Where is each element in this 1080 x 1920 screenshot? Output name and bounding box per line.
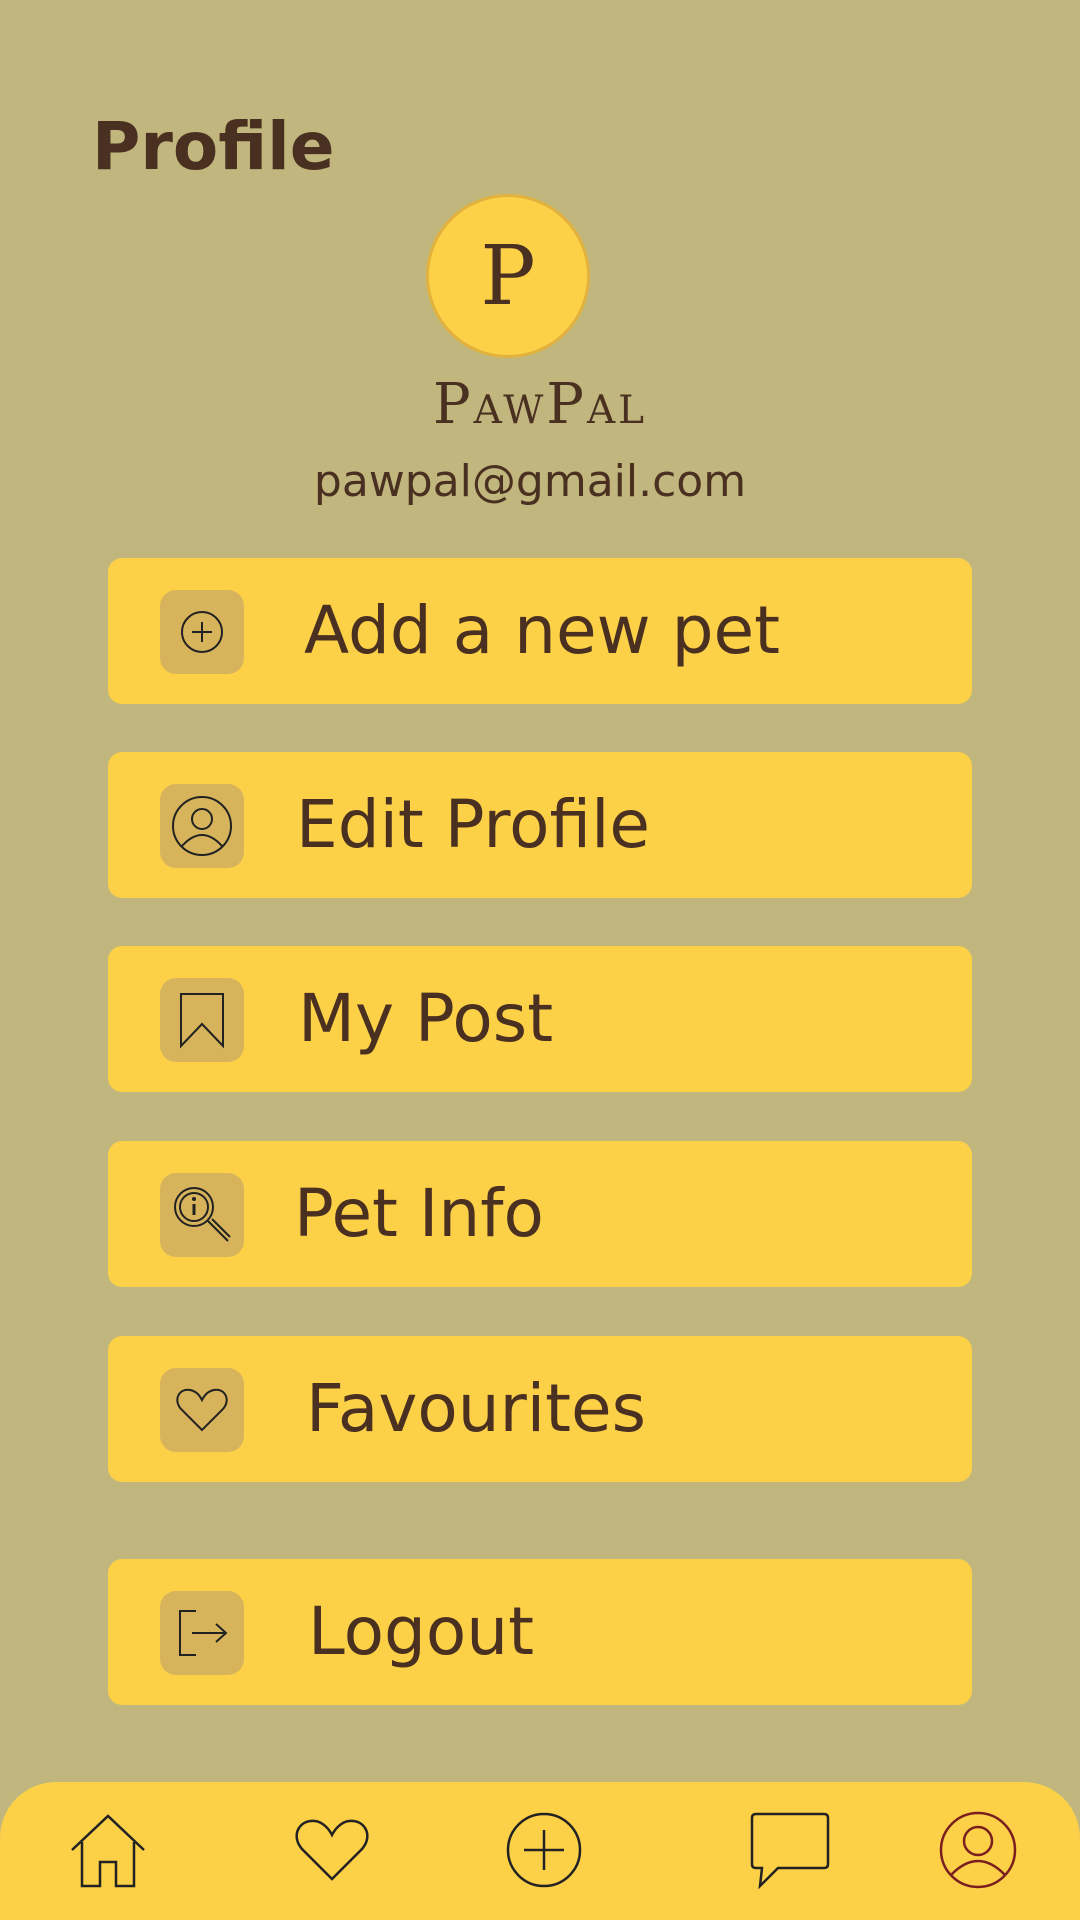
- logout-icon: [160, 1591, 244, 1675]
- pet-info-label: Pet Info: [294, 1175, 544, 1252]
- favourites-button[interactable]: Favourites: [108, 1336, 972, 1482]
- logout-button[interactable]: Logout: [108, 1559, 972, 1705]
- heart-icon: [294, 1817, 370, 1887]
- edit-profile-label: Edit Profile: [296, 786, 651, 863]
- add-pet-button[interactable]: Add a new pet: [108, 558, 972, 704]
- my-post-label: My Post: [298, 980, 554, 1057]
- user-circle-icon: [937, 1809, 1019, 1895]
- page-title: Profile: [92, 108, 335, 185]
- chat-bubble-icon: [748, 1810, 832, 1894]
- plus-circle-icon: [504, 1810, 584, 1894]
- info-search-icon: [160, 1173, 244, 1257]
- logout-label: Logout: [308, 1593, 534, 1670]
- avatar-letter: P: [480, 228, 536, 324]
- nav-favourites-button[interactable]: [284, 1804, 380, 1900]
- nav-chat-button[interactable]: [742, 1804, 838, 1900]
- heart-icon: [160, 1368, 244, 1452]
- bookmark-icon: [160, 978, 244, 1062]
- user-circle-icon: [160, 784, 244, 868]
- nav-add-button[interactable]: [496, 1804, 592, 1900]
- add-pet-label: Add a new pet: [304, 592, 780, 669]
- profile-email: pawpal@gmail.com: [313, 456, 747, 507]
- edit-profile-button[interactable]: Edit Profile: [108, 752, 972, 898]
- plus-circle-icon: [160, 590, 244, 674]
- nav-home-button[interactable]: [60, 1804, 156, 1900]
- bottom-nav: [0, 1782, 1080, 1920]
- favourites-label: Favourites: [306, 1370, 646, 1447]
- avatar[interactable]: P: [426, 194, 590, 358]
- home-icon: [68, 1810, 148, 1894]
- nav-profile-button[interactable]: [930, 1804, 1026, 1900]
- pet-info-button[interactable]: Pet Info: [108, 1141, 972, 1287]
- my-post-button[interactable]: My Post: [108, 946, 972, 1092]
- profile-name: PawPal: [432, 372, 648, 437]
